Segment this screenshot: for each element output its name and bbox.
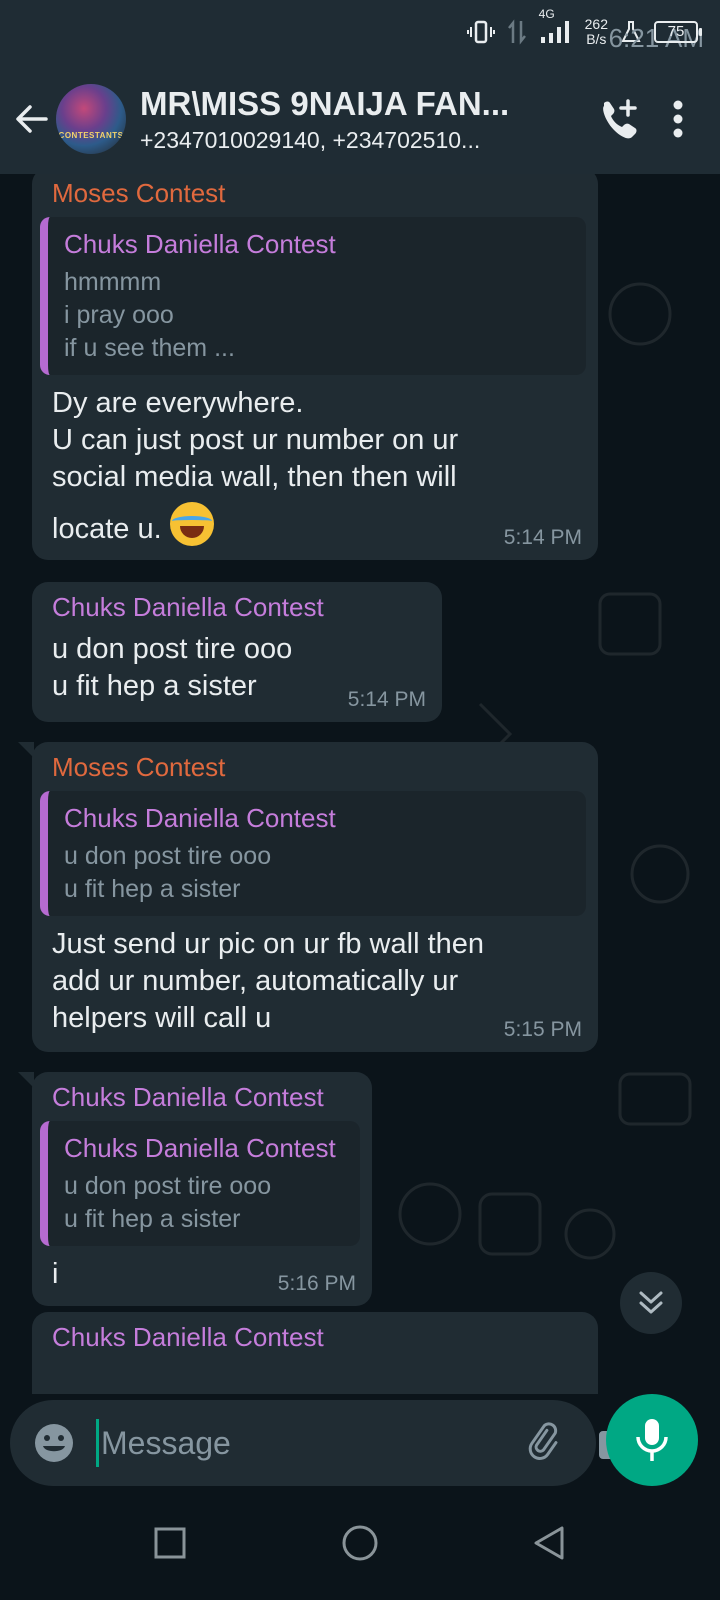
more-vertical-icon (673, 100, 683, 138)
message-time: 5:15 PM (503, 1018, 582, 1041)
message-bubble[interactable]: Chuks Daniella Contest u don post tire o… (32, 582, 442, 722)
message-text-line: locate u. (52, 513, 162, 545)
message-sender: Chuks Daniella Contest (52, 592, 324, 622)
message-composer (10, 1400, 635, 1486)
message-bubble[interactable]: Chuks Daniella Contest Chuks Daniella Co… (18, 1072, 372, 1306)
message-sender: Moses Contest (52, 178, 226, 208)
message-bubble[interactable]: Moses Contest Chuks Daniella Contest u d… (18, 742, 598, 1052)
quoted-message[interactable]: Chuks Daniella Contest u don post tire o… (40, 1121, 360, 1246)
quoted-message[interactable]: Chuks Daniella Contest u don post tire o… (40, 791, 586, 916)
emoji-button[interactable] (32, 1415, 76, 1471)
chat-participants: +2347010029140, +234702510... (140, 126, 481, 153)
data-transfer-icon (507, 19, 527, 45)
message-sender: Chuks Daniella Contest (52, 1082, 324, 1112)
message-time: 5:16 PM (277, 1272, 356, 1295)
scroll-to-bottom-button[interactable] (620, 1272, 682, 1334)
back-button[interactable] (12, 99, 52, 139)
back-nav-button[interactable] (520, 1513, 580, 1573)
system-navigation-bar (0, 1486, 720, 1600)
home-button[interactable] (330, 1513, 390, 1573)
quoted-text-line: u fit hep a sister (64, 1205, 241, 1233)
quoted-text-line: hmmmm (64, 268, 162, 296)
status-bar: 6:21 AM 4G 262 B/s 75 (0, 0, 720, 64)
quoted-text-line: if u see them ... (64, 334, 235, 362)
chat-title: MR\MISS 9NAIJA FAN... (140, 84, 510, 122)
tears-of-joy-emoji-icon (169, 502, 214, 546)
more-options-button[interactable] (648, 89, 708, 149)
voice-message-button[interactable] (606, 1394, 698, 1486)
phone-plus-icon (603, 99, 637, 139)
double-chevron-down-icon (639, 1291, 663, 1314)
quoted-text-line: u fit hep a sister (64, 875, 241, 903)
net-speed-value: 262 (584, 16, 608, 32)
chat-header: CONTESTANTS MR\MISS 9NAIJA FAN... +23470… (0, 64, 720, 174)
message-sender: Chuks Daniella Contest (52, 1322, 324, 1352)
paperclip-icon (528, 1422, 558, 1460)
avatar-text: CONTESTANTS (58, 131, 124, 140)
add-call-button[interactable] (588, 89, 648, 149)
net-speed-unit: B/s (586, 31, 607, 47)
composer (0, 1394, 720, 1486)
quoted-sender: Chuks Daniella Contest (64, 1133, 336, 1163)
message-text-line: social media wall, then then will (52, 461, 457, 493)
quoted-text-line: u don post tire ooo (64, 842, 272, 870)
message-text-line: add ur number, automatically ur (52, 965, 459, 997)
message-time: 5:14 PM (347, 688, 426, 711)
recents-button[interactable] (140, 1513, 200, 1573)
chat-messages[interactable]: Moses Contest Chuks Daniella Contest hmm… (0, 174, 720, 1394)
message-bubble[interactable]: Chuks Daniella Contest (32, 1312, 598, 1394)
attach-button[interactable] (521, 1415, 565, 1471)
vibrate-icon (466, 19, 495, 45)
status-icons: 4G 262 B/s 75 (466, 7, 702, 47)
emoji-icon (35, 1424, 73, 1462)
quoted-text-line: u don post tire ooo (64, 1172, 272, 1200)
quoted-text-line: i pray ooo (64, 301, 174, 329)
arrow-left-icon (16, 105, 48, 133)
group-avatar[interactable]: CONTESTANTS (56, 84, 126, 154)
circle-icon (342, 1525, 378, 1561)
message-time: 5:14 PM (503, 526, 582, 549)
quoted-sender: Chuks Daniella Contest (64, 803, 336, 833)
microphone-icon (636, 1419, 668, 1461)
message-sender: Moses Contest (52, 752, 226, 782)
message-bubble[interactable]: Moses Contest Chuks Daniella Contest hmm… (32, 174, 598, 560)
quoted-sender: Chuks Daniella Contest (64, 229, 336, 259)
network-type: 4G (538, 7, 555, 21)
message-text-line: U can just post ur number on ur (52, 424, 459, 456)
net-speed: 262 B/s (585, 17, 608, 47)
signal-icon: 4G (539, 7, 573, 45)
quoted-message[interactable]: Chuks Daniella Contest hmmmm i pray ooo … (40, 217, 586, 375)
message-text-line: Dy are everywhere. (52, 387, 304, 419)
message-input[interactable] (96, 1419, 521, 1467)
battery-indicator: 75 (654, 21, 702, 43)
triangle-back-icon (534, 1526, 564, 1560)
message-text-line: Just send ur pic on ur fb wall then (52, 928, 485, 960)
chat-info[interactable]: MR\MISS 9NAIJA FAN... +2347010029140, +2… (140, 85, 588, 154)
square-icon (154, 1527, 186, 1559)
message-text-line: u don post tire ooo (52, 633, 293, 665)
